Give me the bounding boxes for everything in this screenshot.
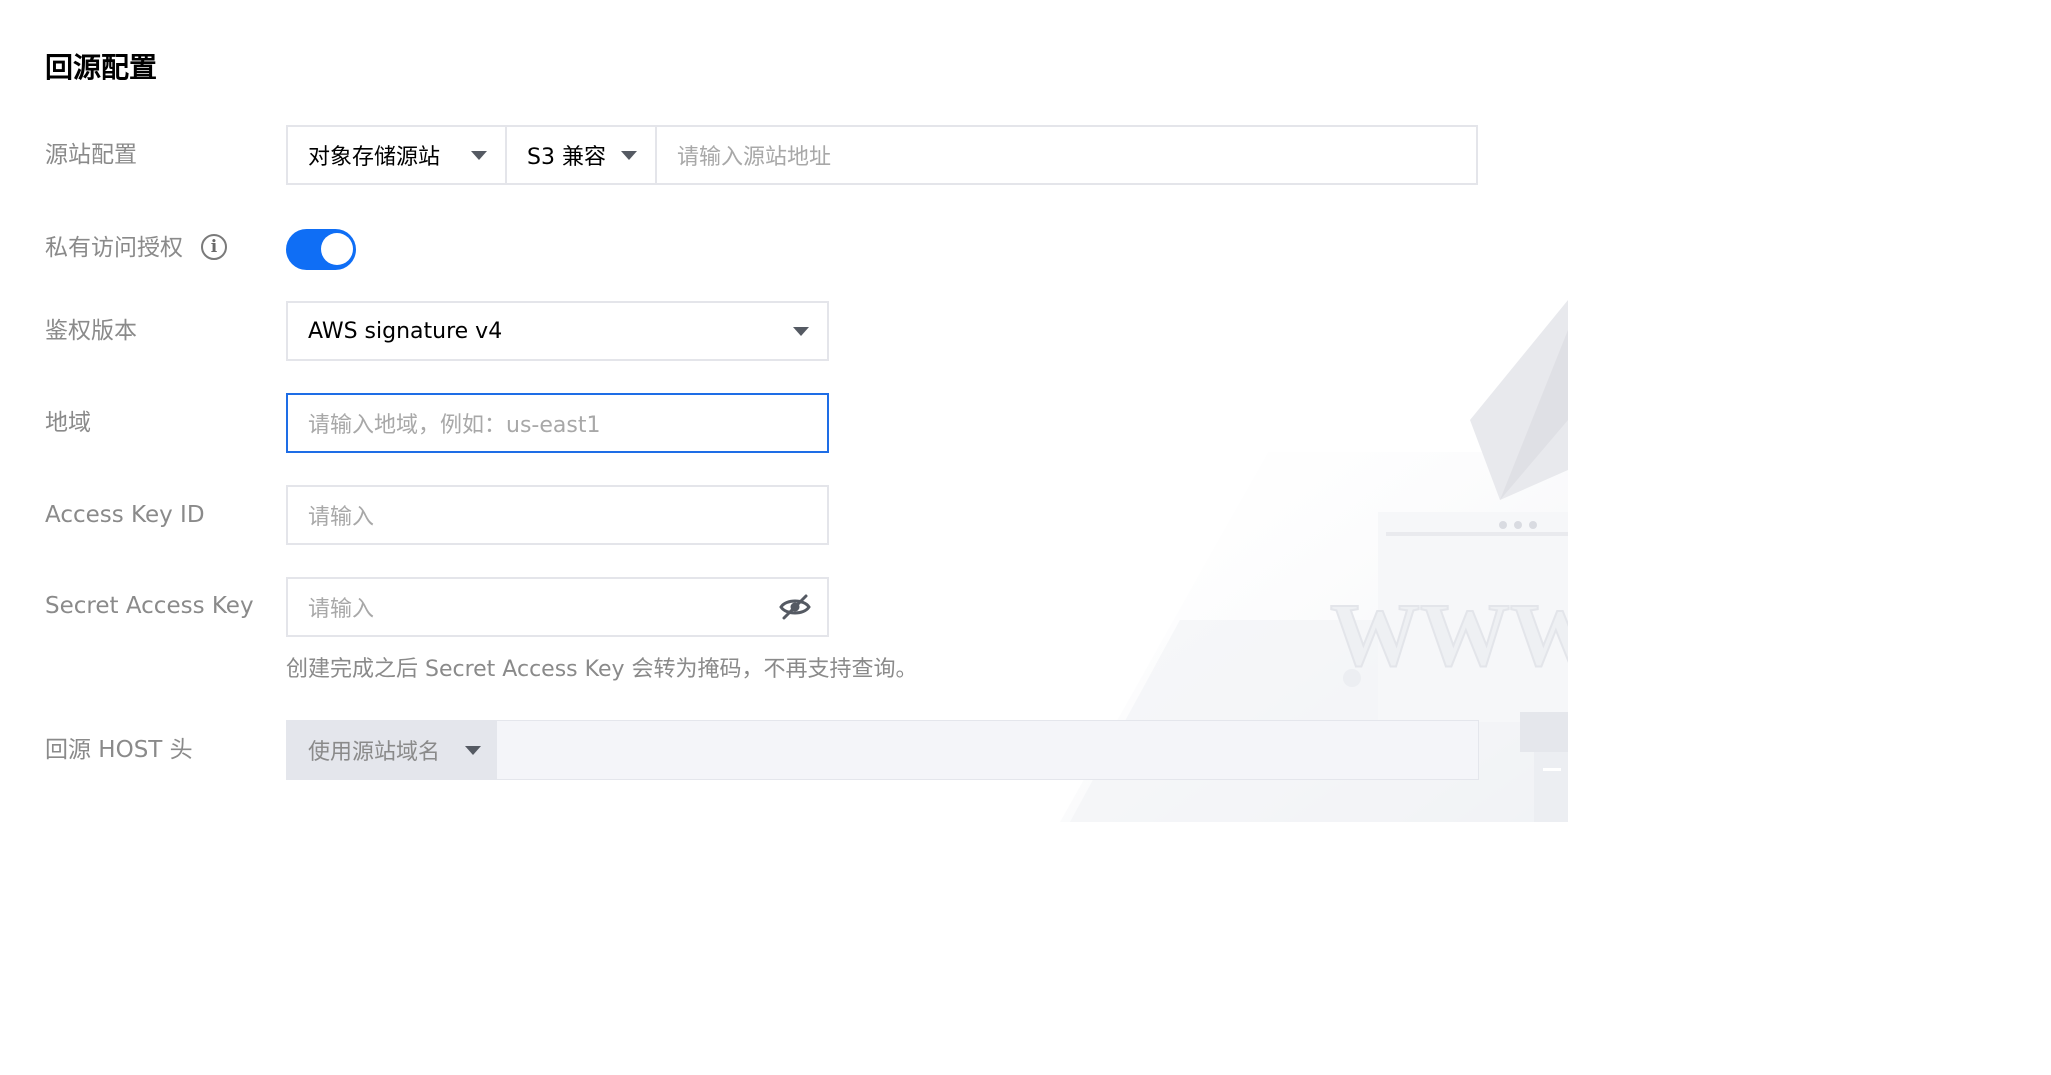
secret-access-key-input[interactable]: 请输入: [286, 577, 829, 637]
compat-type-select[interactable]: S3 兼容: [505, 125, 657, 185]
origin-host-select[interactable]: 使用源站域名: [287, 721, 497, 779]
origin-host-value: 使用源站域名: [308, 740, 441, 765]
origin-config-page: WWW 回源配置 源站配置 对象存储源站 S3 兼容 请输入源站地址 私有访问授…: [0, 0, 1568, 822]
origin-host-field: 使用源站域名: [286, 720, 1479, 780]
origin-config-label: 源站配置: [45, 142, 137, 168]
chevron-down-icon: [465, 745, 481, 755]
origin-host-label: 回源 HOST 头: [45, 737, 193, 763]
page-title: 回源配置: [45, 51, 158, 84]
chevron-down-icon: [793, 326, 809, 336]
access-key-id-placeholder: 请输入: [308, 505, 375, 530]
origin-address-placeholder: 请输入源站地址: [677, 145, 832, 170]
auth-version-select[interactable]: AWS signature v4: [286, 301, 829, 361]
auth-version-label: 鉴权版本: [45, 318, 137, 344]
access-key-id-label: Access Key ID: [45, 502, 205, 528]
region-label: 地域: [45, 410, 91, 436]
region-placeholder: 请输入地域，例如：us-east1: [308, 413, 601, 438]
region-input[interactable]: 请输入地域，例如：us-east1: [286, 393, 829, 453]
auth-version-value: AWS signature v4: [308, 318, 503, 344]
chevron-down-icon: [621, 150, 637, 160]
private-access-toggle[interactable]: [286, 229, 356, 270]
eye-off-icon[interactable]: [779, 593, 811, 621]
access-key-id-input[interactable]: 请输入: [286, 485, 829, 545]
svg-text:WWW: WWW: [1330, 586, 1568, 685]
secret-key-help-text: 创建完成之后 Secret Access Key 会转为掩码，不再支持查询。: [286, 657, 918, 682]
origin-type-value: 对象存储源站: [308, 145, 441, 170]
compat-type-value: S3 兼容: [527, 145, 606, 170]
chevron-down-icon: [471, 150, 487, 160]
secret-access-key-label: Secret Access Key: [45, 593, 254, 619]
private-access-label: 私有访问授权: [45, 235, 183, 261]
origin-address-input[interactable]: 请输入源站地址: [655, 125, 1478, 185]
secret-access-key-placeholder: 请输入: [308, 597, 375, 622]
toggle-knob: [321, 233, 353, 265]
origin-type-select[interactable]: 对象存储源站: [286, 125, 507, 185]
info-icon[interactable]: i: [201, 234, 227, 260]
